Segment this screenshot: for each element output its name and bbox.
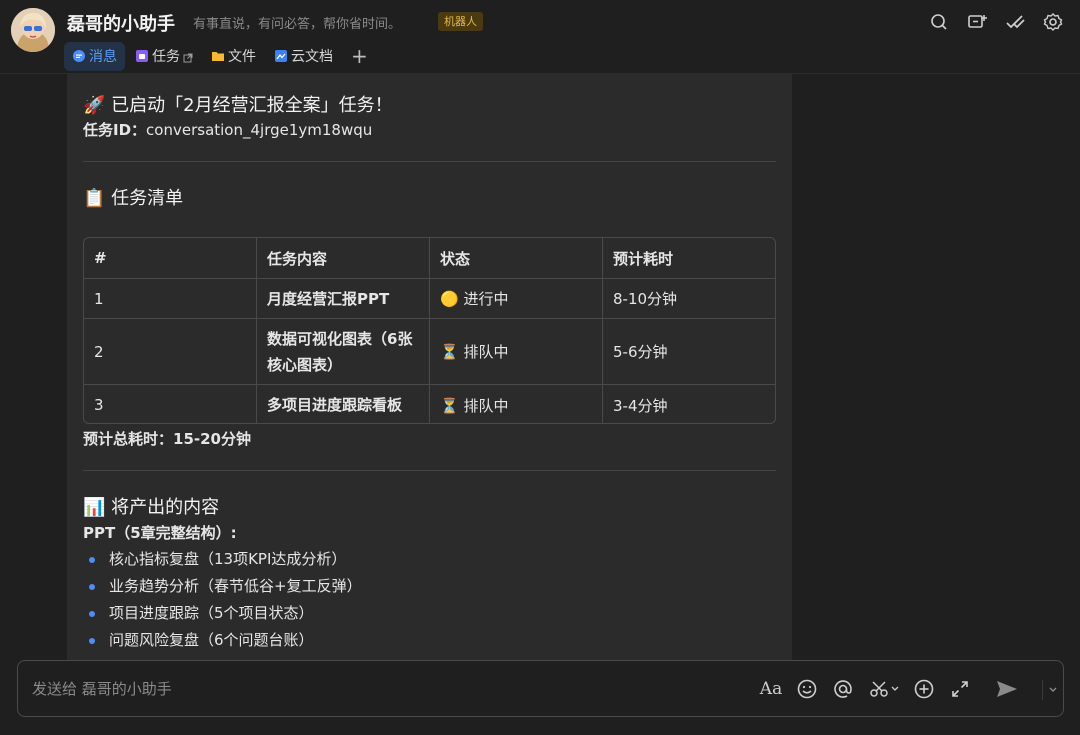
settings-icon[interactable] [1043,12,1063,32]
task-icon [135,49,149,63]
table-cell: 3 [84,385,257,423]
tab-cloud-docs[interactable]: 云文档 [266,42,341,71]
list-item: 业务趋势分析（春节低谷+复工反弹） [83,573,362,600]
table-header-cell: 任务内容 [257,238,430,278]
tasklist-title: 📋 任务清单 [83,188,184,209]
task-id: 任务ID：conversation_4jrge1ym18wqu [83,119,372,140]
external-link-icon [183,51,193,63]
chevron-down-icon[interactable] [1046,678,1060,700]
output-title: 📊 将产出的内容 [83,497,220,518]
tab-files[interactable]: 文件 [203,42,264,71]
chat-title: 磊哥的小助手 [67,14,175,35]
task-id-label: 任务ID： [83,121,147,139]
table-cell: 2 [84,319,257,384]
table-row: 1 月度经营汇报PPT 🟡 进行中 8-10分钟 [84,279,775,319]
table-cell: 月度经营汇报PPT [257,279,430,318]
table-header-cell: 状态 [430,238,603,278]
list-item: 核心指标复盘（13项KPI达成分析） [83,546,362,573]
expand-icon[interactable] [949,678,971,700]
task-table: # 任务内容 状态 预计耗时 1 月度经营汇报PPT 🟡 进行中 8-10分钟 … [83,237,776,424]
chat-subtitle: 有事直说，有问必答，帮你省时间。 [193,17,402,32]
table-cell: 3-4分钟 [613,396,668,415]
search-icon[interactable] [929,12,949,32]
task-id-value: conversation_4jrge1ym18wqu [146,121,373,139]
table-cell: 数据可视化图表（6张核心图表） [257,319,430,384]
list-item: 问题风险复盘（6个问题台账） [83,627,362,654]
tab-tasks[interactable]: 任务 [127,42,201,71]
table-row: 2 数据可视化图表（6张核心图表） ⏳ 排队中 5-6分钟 [84,319,775,385]
list-item: 项目进度跟踪（5个项目状态） [83,600,362,627]
tab-bar: 消息 任务 文件 云文档 + [64,41,368,71]
table-cell: ⏳ 排队中 [430,385,603,423]
table-cell: ⏳ 排队中 [430,319,603,384]
tab-messages[interactable]: 消息 [64,41,125,71]
bot-badge: 机器人 [438,12,483,31]
table-cell: 8-10分钟 [613,290,678,308]
folder-icon [211,49,225,63]
table-cell: 5-6分钟 [613,343,668,361]
mention-icon[interactable] [832,678,854,700]
send-icon[interactable] [995,678,1019,700]
message-input[interactable] [32,675,632,703]
table-row: 3 多项目进度跟踪看板 ⏳ 排队中 3-4分钟 [84,385,775,423]
text-format-icon[interactable]: Aa [760,678,782,700]
add-tab-button[interactable]: + [351,42,368,71]
chat-header: 磊哥的小助手 有事直说，有问必答，帮你省时间。 机器人 消息 任务 文件 云文档… [0,0,1080,74]
table-header-cell: 预计耗时 [613,249,674,268]
message-card: 🚀 已启动「2月经营汇报全案」任务！ 任务ID：conversation_4jr… [67,74,792,660]
message-composer: Aa [17,660,1064,717]
divider [1042,680,1043,700]
table-header-cell: # [84,238,257,278]
screenshot-icon[interactable] [868,678,900,700]
message-icon [72,49,86,63]
table-cell: 🟡 进行中 [430,279,603,318]
output-list: 核心指标复盘（13项KPI达成分析） 业务趋势分析（春节低谷+复工反弹） 项目进… [83,546,362,654]
ppt-heading: PPT（5章完整结构）: [83,524,237,542]
total-time: 预计总耗时：15-20分钟 [83,430,251,448]
divider [83,470,776,471]
check-icon[interactable] [1005,12,1025,32]
table-cell: 多项目进度跟踪看板 [257,385,430,423]
emoji-icon[interactable] [796,678,818,700]
divider [83,161,776,162]
avatar[interactable] [11,8,55,52]
table-header-row: # 任务内容 状态 预计耗时 [84,238,775,279]
table-cell: 1 [84,279,257,318]
add-icon[interactable] [913,678,935,700]
launch-title: 🚀 已启动「2月经营汇报全案」任务！ [83,95,393,116]
doc-icon [274,49,288,63]
add-chat-icon[interactable] [967,12,987,32]
